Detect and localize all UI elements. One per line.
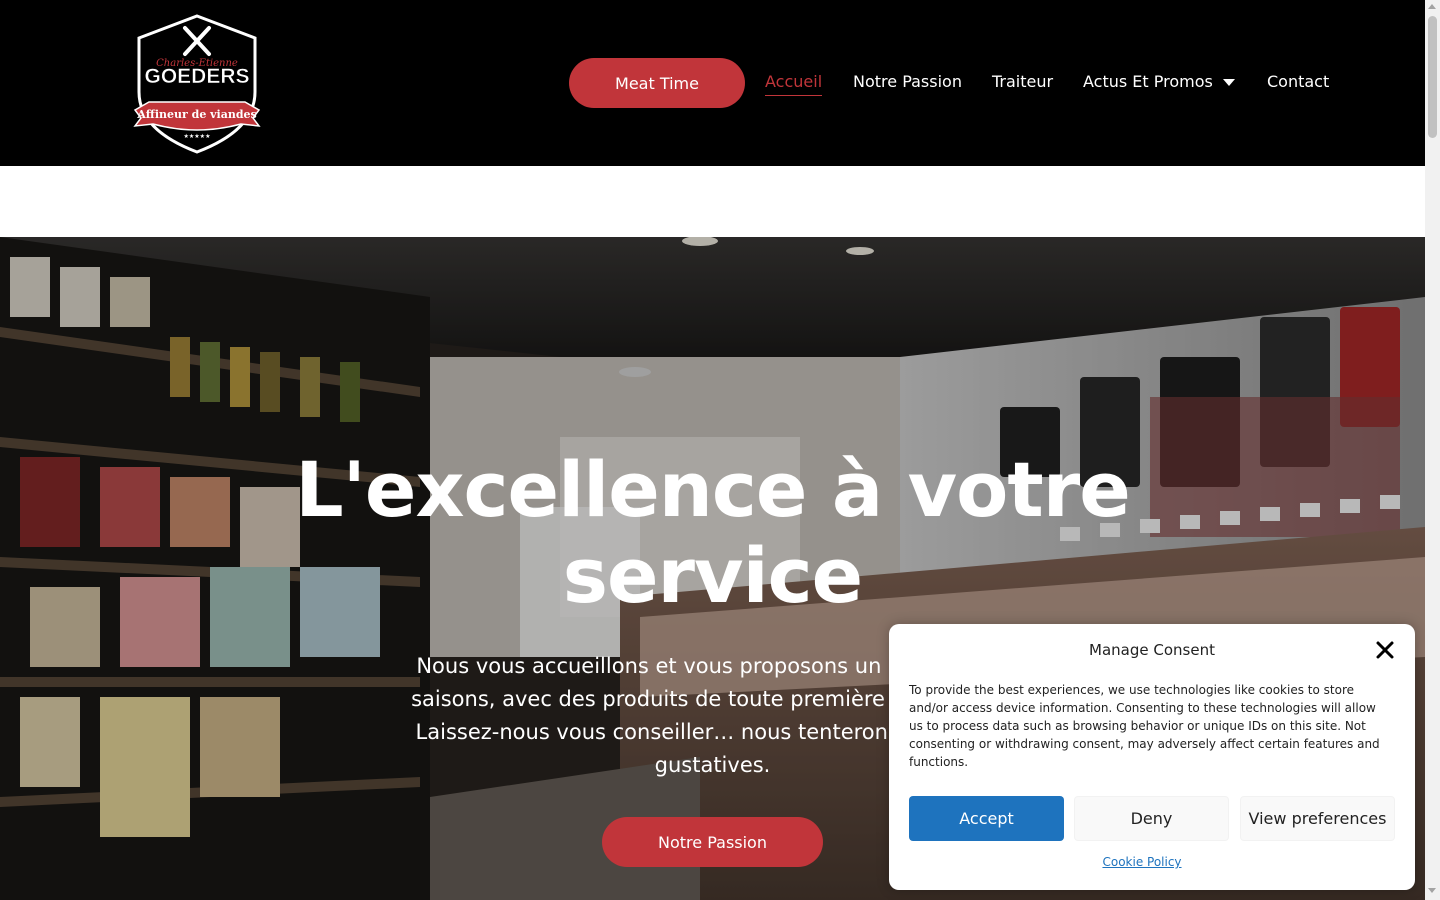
cookie-consent-dialog: Manage Consent To provide the best exper… [889,624,1415,890]
site-header: Charles-Etienne GOEDERS Affineur de vian… [0,0,1425,166]
nav-traiteur[interactable]: Traiteur [992,70,1053,94]
consent-title: Manage Consent [1089,641,1215,659]
page-scrollbar[interactable] [1425,0,1440,900]
close-icon[interactable] [1375,640,1395,660]
consent-message: To provide the best experiences, we use … [909,683,1380,769]
nav-contact[interactable]: Contact [1267,70,1329,94]
meat-time-button[interactable]: Meat Time [569,58,745,108]
logo-stars: ★★★★★ [184,133,211,140]
accept-button[interactable]: Accept [909,796,1064,841]
header-spacer [0,166,1425,237]
logo-ribbon-text: Affineur de viandes [136,108,256,121]
view-preferences-button[interactable]: View preferences [1240,796,1395,841]
nav-accueil[interactable]: Accueil [765,70,823,96]
hero-text-line: gustatives. [654,753,771,777]
deny-button[interactable]: Deny [1074,796,1229,841]
nav-notre-passion[interactable]: Notre Passion [853,70,962,94]
scrollbar-thumb[interactable] [1428,16,1437,138]
scroll-down-arrow-icon[interactable] [1428,888,1436,893]
scroll-up-arrow-icon[interactable] [1428,4,1436,9]
site-logo[interactable]: Charles-Etienne GOEDERS Affineur de vian… [133,14,261,154]
cookie-policy-link[interactable]: Cookie Policy [889,855,1395,869]
logo-brand: GOEDERS [144,65,249,88]
nav-actus-et-promos[interactable]: Actus Et Promos [1083,70,1213,94]
notre-passion-button[interactable]: Notre Passion [602,817,823,867]
hero-title: L'excellence à votre service [295,445,1131,620]
caret-down-icon[interactable] [1223,79,1235,86]
shield-logo-icon: Charles-Etienne GOEDERS Affineur de vian… [133,14,261,154]
